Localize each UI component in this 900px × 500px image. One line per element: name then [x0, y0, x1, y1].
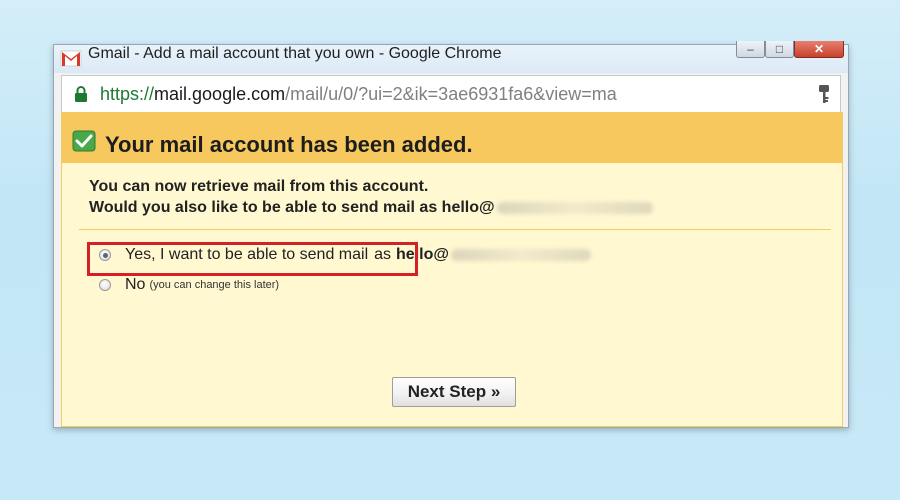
- browser-window: Gmail - Add a mail account that you own …: [53, 41, 849, 428]
- maximize-button[interactable]: □: [765, 41, 794, 58]
- gmail-icon: [60, 50, 82, 67]
- window-controls: – □ ✕: [736, 41, 844, 61]
- address-bar[interactable]: https://mail.google.com/mail/u/0/?ui=2&i…: [61, 75, 841, 113]
- no-radio[interactable]: [99, 279, 111, 291]
- message-line-2-text: Would you also like to be able to send m…: [89, 199, 495, 216]
- option-no[interactable]: No (you can change this later): [99, 276, 279, 294]
- next-step-button[interactable]: Next Step »: [392, 377, 516, 407]
- url-host: mail.google.com: [154, 84, 286, 104]
- url-scheme: https://: [100, 84, 155, 104]
- yes-suffix: as: [374, 246, 392, 263]
- minimize-icon: –: [747, 42, 754, 56]
- close-icon: ✕: [813, 42, 825, 56]
- close-button[interactable]: ✕: [794, 41, 844, 58]
- lock-icon[interactable]: [74, 85, 88, 103]
- check-icon: [72, 130, 96, 152]
- window-title: Gmail - Add a mail account that you own …: [88, 45, 502, 62]
- maximize-icon: □: [775, 42, 784, 56]
- divider: [79, 229, 831, 230]
- yes-email: hello@: [396, 246, 449, 263]
- url-path: /mail/u/0/?ui=2&ik=3ae6931fa6&view=ma: [285, 84, 617, 104]
- no-note: (you can change this later): [149, 279, 280, 291]
- message-line-1: You can now retrieve mail from this acco…: [89, 178, 429, 195]
- page-content: Your mail account has been added. You ca…: [61, 112, 843, 427]
- message-line-2: Would you also like to be able to send m…: [89, 199, 653, 217]
- minimize-button[interactable]: –: [736, 41, 765, 58]
- no-label[interactable]: No: [125, 276, 145, 294]
- url-text[interactable]: https://mail.google.com/mail/u/0/?ui=2&i…: [100, 83, 617, 105]
- title-bar: Gmail - Add a mail account that you own …: [54, 41, 848, 73]
- success-banner: Your mail account has been added.: [62, 113, 842, 163]
- key-icon[interactable]: [818, 84, 830, 104]
- redacted-domain: [496, 201, 653, 214]
- redacted-domain: [450, 249, 591, 261]
- option-yes[interactable]: Yes, I want to be able to send mail as h…: [99, 246, 591, 264]
- yes-radio[interactable]: [99, 249, 111, 261]
- yes-label[interactable]: Yes, I want to be able to send mail: [125, 246, 368, 264]
- banner-title: Your mail account has been added.: [105, 132, 473, 157]
